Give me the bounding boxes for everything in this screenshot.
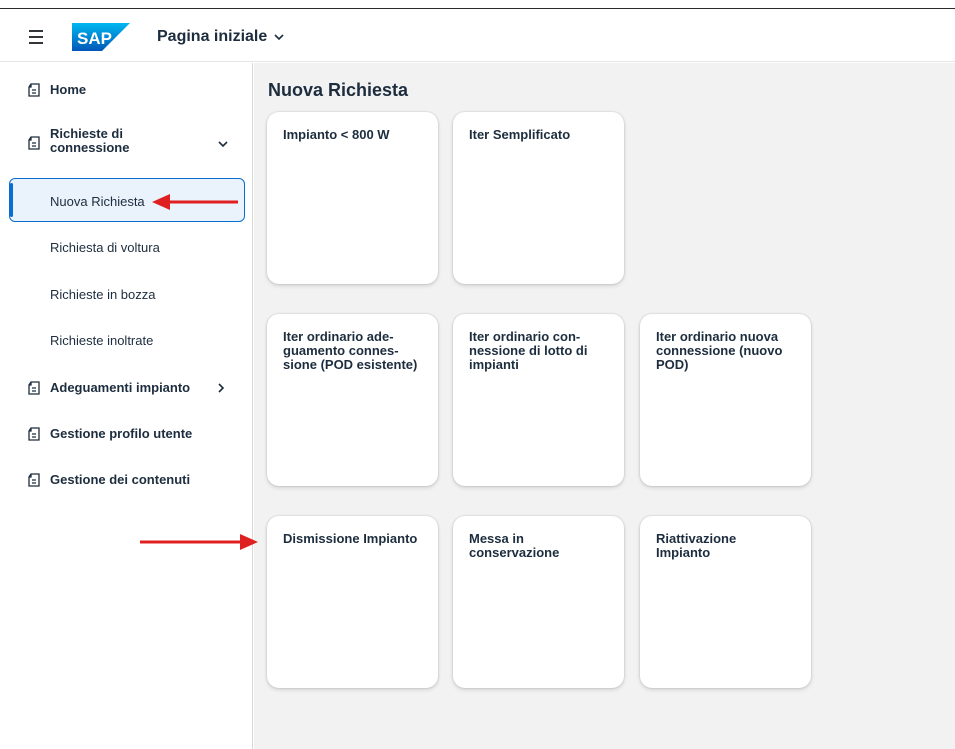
nav-subitem-label: Richiesta di voltura: [50, 240, 160, 255]
tile-title: Iter Semplificato: [469, 127, 571, 142]
nav-subitem-richieste-bozza[interactable]: Richieste in bozza: [0, 272, 252, 316]
nav-item-label: Gestione dei contenuti: [50, 472, 191, 487]
tile-iter-lotto-impianti[interactable]: Iter ordinario con-nessione di lotto di i…: [453, 314, 624, 486]
tile-impianto-800w[interactable]: Impianto < 800 W: [267, 112, 438, 284]
annotation-arrow-right: [140, 534, 258, 550]
tile-iter-adeguamento[interactable]: Iter ordinario ade-guamento connes-sione…: [267, 314, 438, 486]
tile-title: Dismissione Impianto: [283, 531, 418, 546]
chevron-down-icon[interactable]: [217, 138, 229, 150]
tile-title: Iter ordinario ade-guamento connes-sione…: [283, 329, 418, 372]
tile-dismissione-impianto[interactable]: Dismissione Impianto: [267, 516, 438, 688]
side-navigation: Home Richieste di connessione Nuova Rich…: [0, 63, 253, 749]
svg-text:SAP: SAP: [77, 29, 112, 48]
sap-logo[interactable]: SAP: [72, 23, 130, 51]
nav-item-label: Adeguamenti impianto: [50, 380, 191, 395]
tile-title: Iter ordinario nuova connessione (nuovo PO…: [656, 329, 783, 372]
nav-item-home[interactable]: Home: [0, 79, 252, 101]
document-icon: [28, 381, 40, 395]
tile-title: Impianto < 800 W: [283, 127, 390, 142]
hamburger-menu-icon[interactable]: [24, 25, 48, 49]
chevron-down-icon: [274, 34, 284, 41]
nav-item-richieste-connessione[interactable]: Richieste di connessione: [0, 121, 252, 165]
tile-title: Iter ordinario con-nessione di lotto di i…: [469, 329, 588, 372]
shell-bar: SAP Pagina iniziale: [0, 9, 955, 62]
nav-item-gestione-profilo[interactable]: Gestione profilo utente: [0, 423, 252, 445]
tile-iter-nuova-connessione[interactable]: Iter ordinario nuova connessione (nuovo PO…: [640, 314, 811, 486]
nav-item-label: Richieste di connessione: [50, 126, 130, 155]
nav-item-label: Home: [50, 82, 87, 97]
home-title: Pagina iniziale: [157, 28, 268, 45]
document-icon: [28, 83, 40, 97]
nav-subitem-label: Richieste inoltrate: [50, 333, 154, 348]
nav-subitem-richieste-inoltrate[interactable]: Richieste inoltrate: [0, 318, 252, 362]
section-title: Nuova Richiesta: [268, 80, 409, 100]
nav-item-gestione-contenuti[interactable]: Gestione dei contenuti: [0, 469, 252, 491]
document-icon: [28, 427, 40, 441]
tile-messa-conservazione[interactable]: Messa in conservazione: [453, 516, 624, 688]
annotation-arrow-left: [152, 194, 238, 210]
document-icon: [28, 136, 40, 150]
nav-item-adeguamenti-impianto[interactable]: Adeguamenti impianto: [0, 377, 252, 399]
tile-riattivazione-impianto[interactable]: Riattivazione Impianto: [640, 516, 811, 688]
chevron-right-icon[interactable]: [215, 382, 227, 394]
home-title-dropdown[interactable]: Pagina iniziale: [157, 26, 285, 48]
nav-item-label: Gestione profilo utente: [50, 426, 193, 441]
tile-title: Riattivazione Impianto: [656, 531, 737, 560]
main-content: Nuova Richiesta Impianto < 800 W Iter Se…: [254, 63, 955, 749]
nav-subitem-richiesta-voltura[interactable]: Richiesta di voltura: [0, 225, 252, 269]
tile-title: Messa in conservazione: [469, 531, 560, 560]
nav-subitem-label: Nuova Richiesta: [50, 194, 145, 209]
document-icon: [28, 473, 40, 487]
nav-subitem-label: Richieste in bozza: [50, 287, 156, 302]
tile-iter-semplificato[interactable]: Iter Semplificato: [453, 112, 624, 284]
